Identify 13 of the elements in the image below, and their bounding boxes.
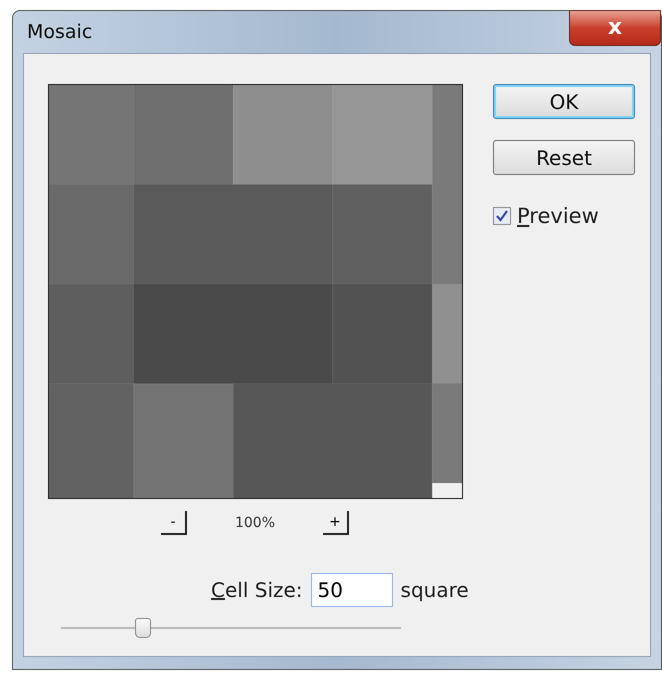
checkbox[interactable] [493,207,511,225]
reset-button[interactable]: Reset [493,140,635,175]
cell-size-label: Cell Size: [211,578,303,602]
zoom-level: 100% [234,515,276,531]
zoom-in-button[interactable]: + [323,511,349,535]
window-title: Mosaic [27,21,92,43]
unit-label: square [400,578,469,602]
preview-label: Preview [517,204,599,228]
zoom-out-button[interactable]: - [161,511,187,535]
ok-button[interactable]: OK [493,84,635,119]
cell-size-slider[interactable] [61,617,401,639]
cell-size-field[interactable]: 50 [310,573,393,607]
close-button[interactable]: x [569,10,661,46]
